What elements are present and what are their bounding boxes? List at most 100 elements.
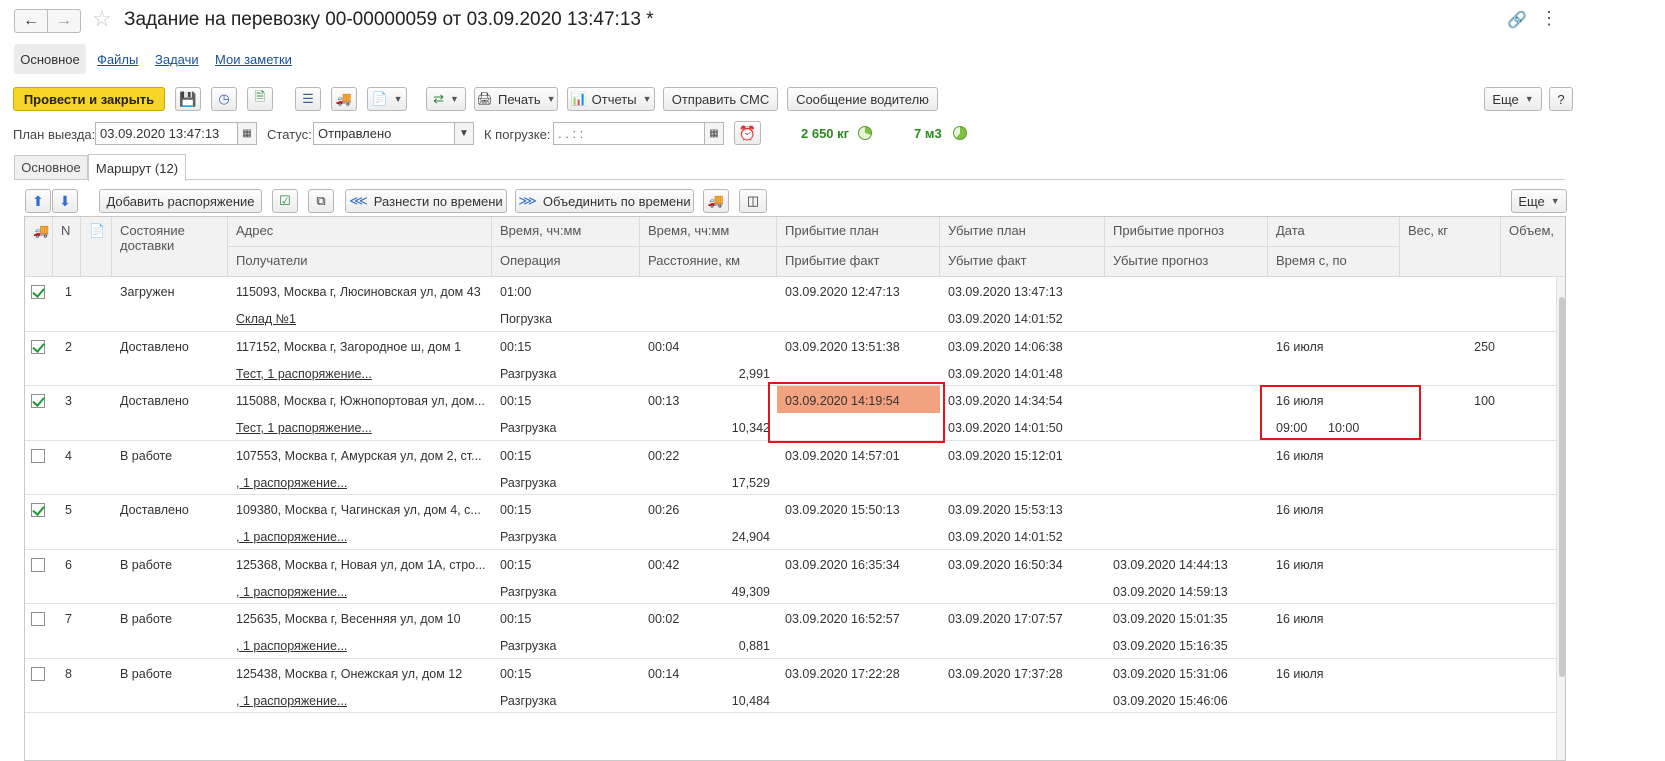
- col-arr-fact[interactable]: Прибытие факт: [777, 247, 940, 277]
- col-volume[interactable]: Объем,: [1501, 217, 1565, 277]
- row-checkbox[interactable]: [31, 557, 45, 572]
- check-all-button[interactable]: ☑: [272, 189, 298, 213]
- forward-button[interactable]: →: [47, 9, 81, 33]
- col-n[interactable]: N: [53, 217, 81, 277]
- columns-button[interactable]: ◫: [739, 189, 767, 213]
- status-dropdown-button[interactable]: ▼: [454, 122, 474, 145]
- tab-route[interactable]: Маршрут (12): [88, 154, 186, 181]
- col-truck[interactable]: 🚚: [25, 217, 53, 277]
- driver-message-button[interactable]: Сообщение водителю: [787, 87, 938, 111]
- col-distance[interactable]: Расстояние, км: [640, 247, 777, 277]
- table-row[interactable]: 4 В работе 107553, Москва г, Амурская ул, …: [25, 441, 1565, 495]
- reports-button[interactable]: 📊 Отчеты ▼: [567, 87, 655, 111]
- recipient-link[interactable]: , 1 распоряжение...: [236, 476, 347, 490]
- truck-doc-button[interactable]: 🚚: [331, 87, 357, 111]
- row-number: 1: [65, 285, 72, 299]
- row-checkbox[interactable]: [31, 285, 45, 299]
- departure-plan: 03.09.2020 13:47:13: [948, 285, 1063, 299]
- route-table: 🚚 N 📄 Состояние доставки Адрес Получател…: [24, 216, 1566, 761]
- volume-pie-icon: [953, 126, 967, 140]
- row-checkbox[interactable]: [31, 448, 45, 463]
- more-button[interactable]: Еще ▼: [1484, 87, 1542, 111]
- row-checkbox[interactable]: [31, 612, 45, 626]
- departure-plan: 03.09.2020 17:37:28: [948, 666, 1063, 681]
- post-button[interactable]: ◷: [211, 87, 237, 111]
- status-select[interactable]: Отправлено: [313, 122, 455, 145]
- nav-tab-tasks[interactable]: Задачи: [155, 52, 199, 67]
- post-and-close-button[interactable]: Провести и закрыть: [13, 87, 165, 111]
- recipient-link[interactable]: Тест, 1 распоряжение...: [236, 421, 372, 435]
- col-dep-fact[interactable]: Убытие факт: [940, 247, 1105, 277]
- move-down-button[interactable]: ⬇: [52, 189, 78, 213]
- arrival-plan: 03.09.2020 17:22:28: [785, 666, 900, 681]
- loading-calendar-button[interactable]: ▦: [704, 122, 724, 145]
- exchange-button[interactable]: ⇄ ▼: [426, 87, 466, 111]
- row-number: 2: [65, 339, 72, 354]
- row-checkbox[interactable]: [31, 666, 45, 681]
- grid-more-button[interactable]: Еще ▼: [1511, 189, 1567, 213]
- table-row[interactable]: 8 В работе 125438, Москва г, Онежская ул, …: [25, 659, 1565, 713]
- col-state[interactable]: Состояние доставки: [112, 217, 228, 277]
- col-time[interactable]: Время, чч:мм: [492, 217, 640, 247]
- loading-date-input[interactable]: . . : :: [553, 122, 705, 145]
- recipient-link[interactable]: , 1 распоряжение...: [236, 694, 347, 708]
- address: 125368, Москва г, Новая ул, дом 1А, стро…: [236, 557, 486, 572]
- help-button[interactable]: ?: [1549, 87, 1573, 111]
- scrollbar-thumb[interactable]: [1559, 297, 1565, 677]
- row-checkbox[interactable]: [31, 394, 45, 408]
- save-button[interactable]: 💾: [175, 87, 201, 111]
- document-go-button[interactable]: 🗎: [247, 87, 273, 111]
- table-row[interactable]: 7 В работе 125635, Москва г, Весенняя ул, …: [25, 604, 1565, 659]
- add-order-button[interactable]: Добавить распоряжение: [99, 189, 262, 213]
- favorite-star-icon[interactable]: ☆: [92, 6, 112, 32]
- nav-tab-files[interactable]: Файлы: [97, 52, 138, 67]
- tab-main[interactable]: Основное: [14, 155, 88, 180]
- service-time: 00:15: [500, 557, 532, 572]
- col-arr-plan[interactable]: Прибытие план: [777, 217, 940, 247]
- spread-time-button[interactable]: ⋘ Разнести по времени: [345, 189, 507, 213]
- table-row[interactable]: 1 Загружен 115093, Москва г, Люсиновская у…: [25, 277, 1565, 332]
- table-row[interactable]: 6 В работе 125368, Москва г, Новая ул, дом…: [25, 550, 1565, 604]
- row-checkbox[interactable]: [31, 503, 45, 517]
- copy-button[interactable]: ⧉: [308, 189, 334, 213]
- table-row[interactable]: 5 Доставлено 109380, Москва г, Чагинская у…: [25, 495, 1565, 550]
- more-vert-icon[interactable]: ⋮: [1540, 8, 1558, 29]
- address: 115093, Москва г, Люсиновская ул, дом 43: [236, 285, 481, 299]
- recipient-link[interactable]: , 1 распоряжение...: [236, 585, 347, 599]
- alarm-button[interactable]: ⏰: [734, 121, 761, 145]
- col-arr-forecast[interactable]: Прибытие прогноз: [1105, 217, 1268, 247]
- arrival-forecast: 03.09.2020 15:01:35: [1113, 612, 1228, 626]
- vertical-scrollbar[interactable]: [1556, 277, 1565, 760]
- col-recipients[interactable]: Получатели: [228, 247, 492, 277]
- nav-tab-notes[interactable]: Мои заметки: [215, 52, 292, 67]
- nav-tab-label: Основное: [20, 51, 80, 67]
- link-icon[interactable]: 🔗: [1507, 10, 1527, 30]
- col-dep-forecast[interactable]: Убытие прогноз: [1105, 247, 1268, 277]
- recipient-link[interactable]: Склад №1: [236, 312, 296, 326]
- calendar-button[interactable]: ▦: [237, 122, 257, 145]
- col-date[interactable]: Дата: [1268, 217, 1400, 247]
- merge-time-button[interactable]: ⋙ Объединить по времени: [515, 189, 694, 213]
- col-operation[interactable]: Операция: [492, 247, 640, 277]
- send-sms-button[interactable]: Отправить СМС: [663, 87, 778, 111]
- check-list-icon: ☑: [279, 193, 291, 208]
- col-time2[interactable]: Время, чч:мм: [640, 217, 777, 247]
- truck-print-button[interactable]: 🚚: [703, 189, 729, 213]
- nav-tab-main[interactable]: Основное: [14, 44, 86, 74]
- col-address[interactable]: Адрес: [228, 217, 492, 247]
- back-button[interactable]: ←: [14, 9, 48, 33]
- col-dep-plan[interactable]: Убытие план: [940, 217, 1105, 247]
- recipient-link[interactable]: , 1 распоряжение...: [236, 639, 347, 653]
- col-weight[interactable]: Вес, кг: [1400, 217, 1501, 277]
- recipient-link[interactable]: , 1 распоряжение...: [236, 530, 347, 544]
- col-time-from-to[interactable]: Время с, по: [1268, 247, 1400, 277]
- col-doc[interactable]: 📄: [81, 217, 112, 277]
- plan-date-input[interactable]: 03.09.2020 13:47:13: [95, 122, 238, 145]
- row-checkbox[interactable]: [31, 339, 45, 354]
- print-button[interactable]: 🖨 Печать ▼: [474, 87, 558, 111]
- table-row[interactable]: 2 Доставлено 117152, Москва г, Загородное …: [25, 332, 1565, 386]
- recipient-link[interactable]: Тест, 1 распоряжение...: [236, 367, 372, 381]
- list-button[interactable]: ☰: [295, 87, 321, 111]
- create-based-button[interactable]: 📄 ▼: [367, 87, 407, 111]
- move-up-button[interactable]: ⬆: [25, 189, 51, 213]
